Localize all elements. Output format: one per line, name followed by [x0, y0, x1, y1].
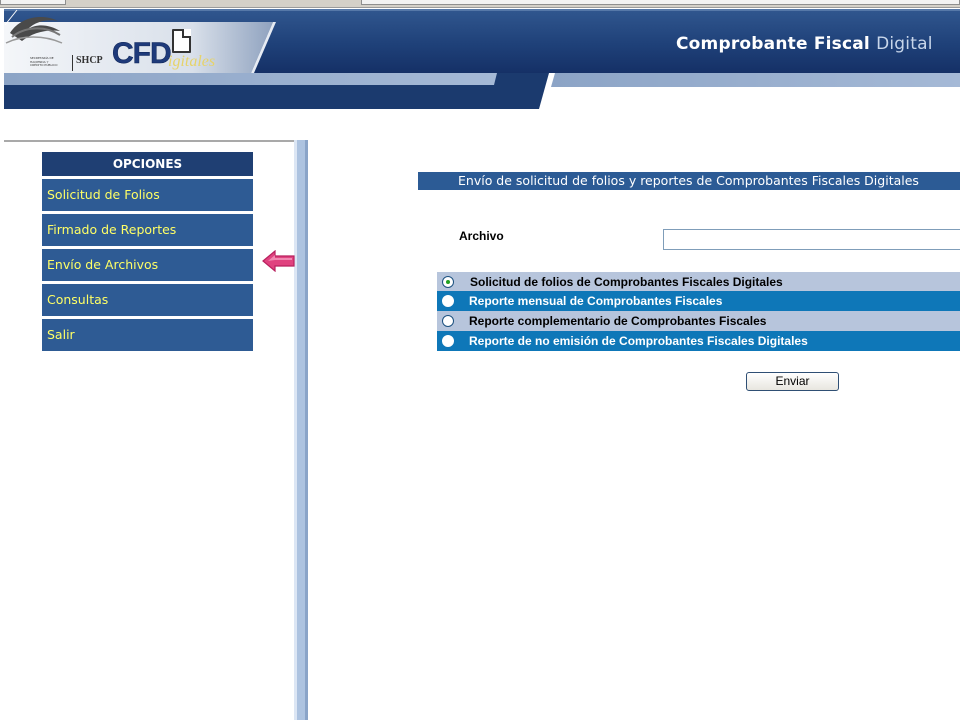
cfd-script: igitales — [168, 53, 216, 70]
menu-item-solicitud-folios[interactable]: Solicitud de Folios — [42, 179, 253, 211]
option-label: Solicitud de folios de Comprobantes Fisc… — [470, 275, 783, 289]
option-label: Reporte de no emisión de Comprobantes Fi… — [469, 334, 808, 348]
site-header: SECRETARÍA DE HACIENDA Y CRÉDITO PÚBLICO… — [4, 9, 960, 109]
browser-tab[interactable] — [0, 0, 66, 5]
seal-line: CRÉDITO PÚBLICO — [30, 63, 58, 67]
browser-tab-strip — [0, 0, 960, 8]
menu-item-salir[interactable]: Salir — [42, 319, 253, 351]
menu-item-envio-archivos[interactable]: Envío de Archivos — [42, 249, 253, 281]
menu-item-firmado-reportes[interactable]: Firmado de Reportes — [42, 214, 253, 246]
section-title: Envío de solicitud de folios y reportes … — [418, 172, 960, 190]
logo-separator — [72, 55, 73, 71]
cfd-logo: CFD igitales — [112, 29, 215, 71]
option-row-reporte-complementario[interactable]: Reporte complementario de Comprobantes F… — [437, 311, 960, 331]
site-title-main: Comprobante Fiscal — [676, 34, 877, 54]
browser-tab[interactable] — [361, 0, 960, 5]
site-title-accent: Digital — [876, 34, 933, 54]
left-arrow-icon — [262, 250, 295, 272]
radio-button[interactable] — [442, 315, 454, 327]
file-input[interactable] — [663, 229, 960, 250]
menu-item-consultas[interactable]: Consultas — [42, 284, 253, 316]
site-title: Comprobante Fiscal Digital — [676, 34, 933, 54]
options-menu: OPCIONES Solicitud de Folios Firmado de … — [42, 152, 253, 351]
menu-header: OPCIONES — [42, 152, 253, 176]
submit-button[interactable]: Enviar — [746, 372, 839, 391]
option-row-reporte-no-emision[interactable]: Reporte de no emisión de Comprobantes Fi… — [437, 331, 960, 351]
option-row-solicitud[interactable]: Solicitud de folios de Comprobantes Fisc… — [437, 272, 960, 291]
radio-button-checked[interactable] — [442, 276, 454, 288]
option-row-reporte-mensual[interactable]: Reporte mensual de Comprobantes Fiscales — [437, 291, 960, 311]
cfd-letters: CFD — [112, 37, 172, 71]
radio-button[interactable] — [442, 335, 454, 347]
seal-abbreviation: SHCP — [76, 55, 103, 66]
check-mark-icon — [4, 9, 18, 26]
option-label: Reporte complementario de Comprobantes F… — [469, 314, 767, 328]
option-label: Reporte mensual de Comprobantes Fiscales — [469, 294, 723, 308]
report-type-options: Solicitud de folios de Comprobantes Fisc… — [437, 272, 960, 351]
seal-text: SECRETARÍA DE HACIENDA Y CRÉDITO PÚBLICO — [30, 56, 58, 68]
radio-button[interactable] — [442, 295, 454, 307]
panel-divider — [294, 140, 308, 720]
file-label: Archivo — [459, 229, 504, 243]
document-icon — [172, 29, 191, 53]
